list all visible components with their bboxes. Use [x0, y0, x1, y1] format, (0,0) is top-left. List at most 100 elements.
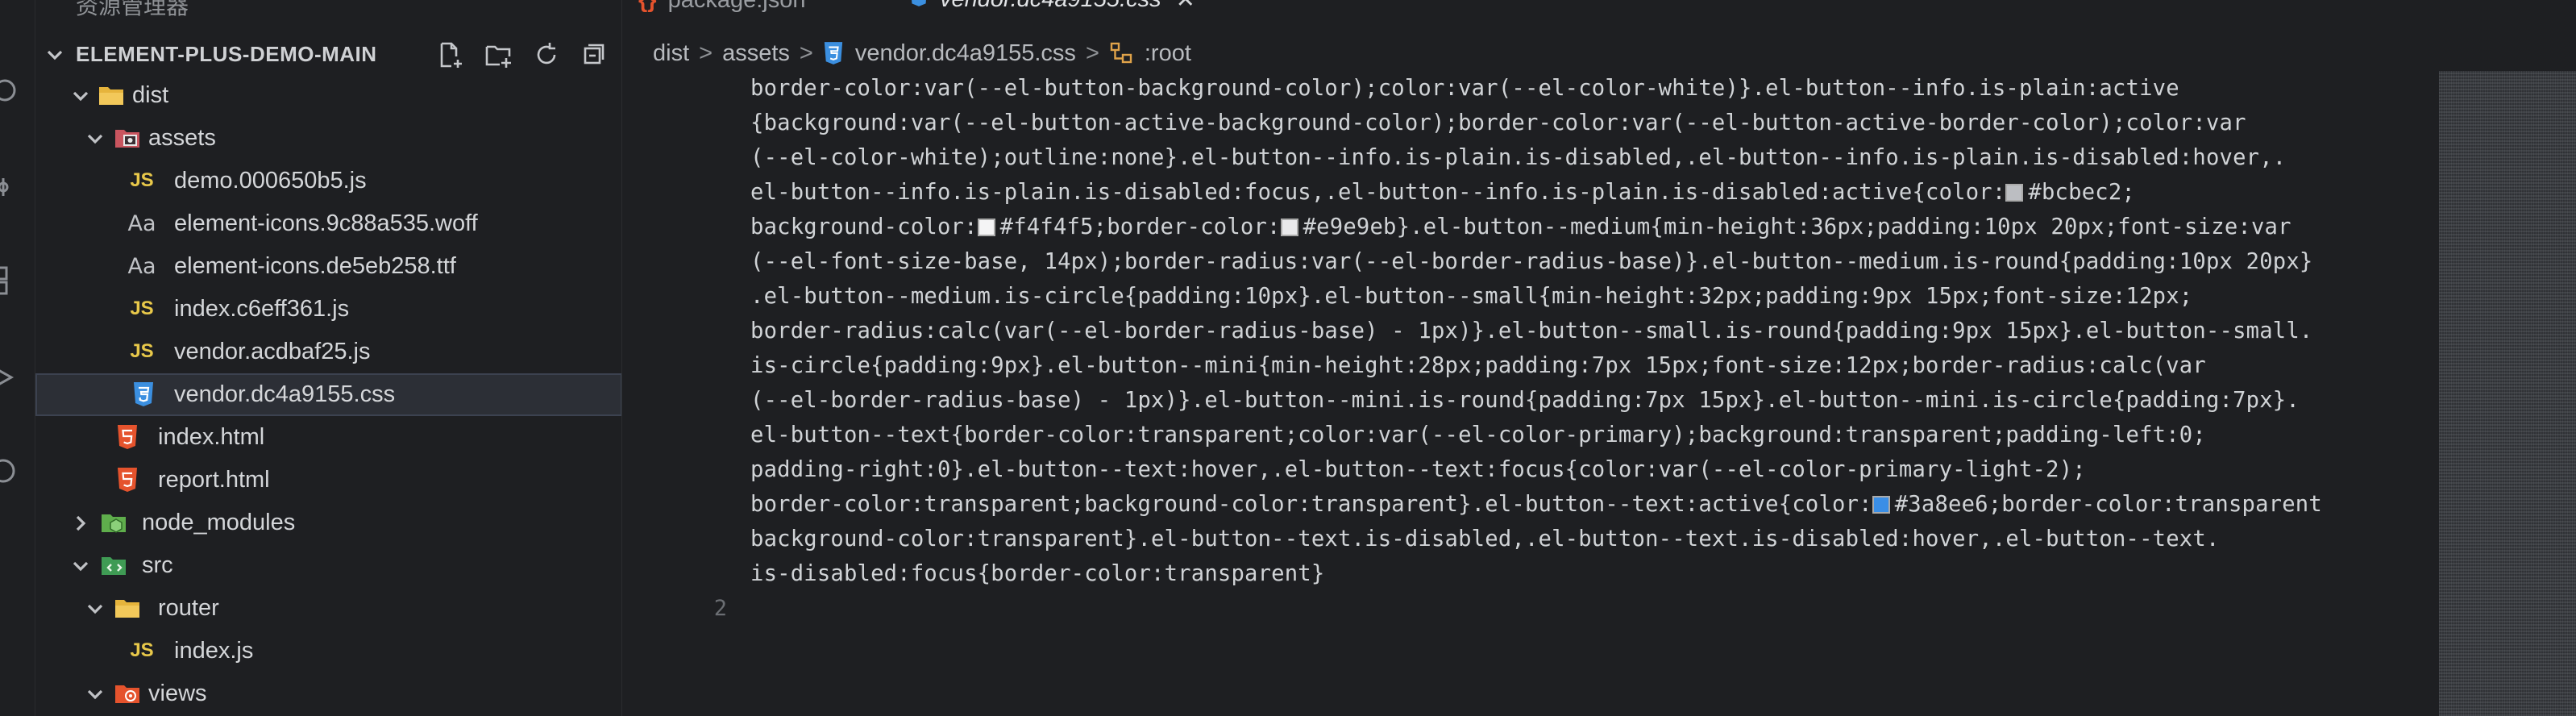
tree-item-label: src — [142, 552, 173, 578]
file-tree: dist assets JS demo.000650b5.js Aa eleme… — [35, 74, 621, 715]
breadcrumb-separator: > — [699, 40, 713, 66]
project-name: ELEMENT-PLUS-DEMO-MAIN — [76, 42, 377, 66]
tree-item-views[interactable]: views — [35, 672, 621, 715]
color-swatch[interactable] — [2005, 184, 2024, 202]
tree-item-label: vendor.acdbaf25.js — [174, 339, 371, 364]
editor-area: {} package.json vendor.dc4a9155.css ✕ di… — [622, 0, 2576, 716]
chevron-down-icon[interactable] — [85, 685, 105, 704]
color-swatch[interactable] — [977, 219, 995, 236]
breadcrumb-item-assets[interactable]: assets — [722, 40, 790, 67]
tree-item-label: element-icons.de5eb258.ttf — [174, 253, 456, 279]
extensions-icon[interactable] — [0, 266, 24, 295]
html-file-icon — [113, 466, 142, 493]
explorer-sidebar: 资源管理器 ELEMENT-PLUS-DEMO-MAIN dist assets… — [35, 0, 622, 716]
tab-vendor-css[interactable]: vendor.dc4a9155.css ✕ — [893, 0, 1211, 18]
code-line: el-button--info.is-plain.is-disabled:foc… — [750, 180, 2135, 205]
breadcrumb-item-dist[interactable]: dist — [653, 40, 689, 67]
tree-item-label: assets — [148, 125, 216, 151]
breadcrumb: dist > assets > vendor.dc4a9155.css > :r… — [653, 35, 1191, 71]
explorer-project-header[interactable]: ELEMENT-PLUS-DEMO-MAIN — [35, 35, 621, 71]
css-icon — [823, 41, 844, 65]
breadcrumb-item-symbol[interactable]: :root — [1145, 40, 1191, 67]
sidebar-title: 资源管理器 — [76, 0, 189, 19]
font-file-icon: Aa — [127, 210, 156, 236]
json-icon: {} — [638, 0, 657, 14]
code-line: is-circle{padding:9px}.el-button--mini{m… — [750, 353, 2206, 378]
code-line: border-color:transparent;background-colo… — [750, 492, 2322, 517]
tree-item-element-icons-ttf[interactable]: Aa element-icons.de5eb258.ttf — [35, 245, 621, 288]
tree-item-vendor-css[interactable]: vendor.dc4a9155.css — [35, 373, 621, 416]
tree-item-label: router — [158, 595, 219, 621]
chevron-down-icon[interactable] — [85, 129, 105, 148]
layout-icon[interactable] — [2549, 0, 2576, 2]
tab-package-json[interactable]: {} package.json — [638, 0, 805, 18]
tree-item-src[interactable]: src — [35, 544, 621, 587]
folder-icon — [113, 594, 142, 622]
color-swatch[interactable] — [1280, 219, 1298, 236]
tree-item-vendor-js[interactable]: JS vendor.acdbaf25.js — [35, 331, 621, 373]
color-swatch[interactable] — [1872, 496, 1890, 514]
minimap-slider[interactable] — [2439, 71, 2576, 716]
code-line: (--el-color-white);outline:none}.el-butt… — [750, 145, 2287, 170]
tree-item-index-js[interactable]: JS index.c6eff361.js — [35, 288, 621, 331]
javascript-file-icon: JS — [130, 298, 154, 319]
tab-label: vendor.dc4a9155.css — [940, 0, 1161, 13]
tree-item-element-icons-woff[interactable]: Aa element-icons.9c88a535.woff — [35, 202, 621, 245]
breadcrumb-item-file[interactable]: vendor.dc4a9155.css — [855, 40, 1076, 67]
tree-item-label: index.html — [158, 424, 265, 450]
tree-item-dist[interactable]: dist — [35, 74, 621, 117]
tab-bar: {} package.json vendor.dc4a9155.css ✕ — [622, 0, 2576, 18]
tree-item-router[interactable]: router — [35, 587, 621, 630]
tree-item-index-html[interactable]: index.html — [35, 416, 621, 459]
font-file-icon: Aa — [127, 253, 156, 279]
javascript-file-icon: JS — [130, 340, 154, 362]
html-file-icon — [113, 423, 142, 451]
tree-item-label: demo.000650b5.js — [174, 168, 367, 194]
line-number: 2 — [713, 596, 727, 621]
remote-icon[interactable] — [0, 456, 24, 485]
code-line: {background:var(--el-button-active-backg… — [750, 110, 2246, 135]
new-file-icon[interactable] — [434, 39, 466, 71]
editor-actions — [2497, 0, 2576, 2]
chevron-down-icon[interactable] — [85, 599, 105, 618]
code-line: padding-right:0}.el-button--text:hover,.… — [750, 457, 2086, 482]
tree-item-label: element-icons.9c88a535.woff — [174, 210, 478, 236]
javascript-file-icon: JS — [130, 169, 154, 191]
run-debug-icon[interactable] — [0, 363, 24, 392]
search-icon[interactable] — [0, 76, 24, 105]
collapse-all-icon[interactable] — [579, 39, 611, 71]
css-icon — [909, 0, 929, 14]
code-line: border-radius:calc(var(--el-border-radiu… — [750, 318, 2313, 343]
close-icon[interactable]: ✕ — [1176, 0, 1195, 14]
tree-item-label: views — [148, 681, 207, 706]
tree-item-label: index.js — [174, 638, 254, 664]
javascript-file-icon: JS — [130, 639, 154, 661]
tree-item-node-modules[interactable]: node_modules — [35, 502, 621, 544]
chevron-right-icon[interactable] — [71, 514, 90, 533]
folder-icon — [97, 81, 126, 109]
code-view[interactable]: border-color:var(--el-button-background-… — [622, 71, 2439, 716]
code-line: .el-button--medium.is-circle{padding:10p… — [750, 284, 2193, 309]
refresh-icon[interactable] — [530, 39, 563, 71]
node-folder-icon — [100, 509, 129, 536]
chevron-down-icon[interactable] — [71, 86, 90, 106]
tree-item-demo-js[interactable]: JS demo.000650b5.js — [35, 160, 621, 202]
chevron-down-icon[interactable] — [45, 45, 64, 69]
breadcrumb-separator: > — [799, 40, 813, 66]
split-editor-icon[interactable] — [2497, 0, 2524, 2]
assets-folder-icon — [113, 124, 142, 152]
src-folder-icon — [100, 552, 129, 579]
tree-item-report-html[interactable]: report.html — [35, 459, 621, 502]
symbol-namespace-icon — [1109, 41, 1133, 65]
tree-item-label: dist — [132, 82, 169, 108]
code-line: (--el-font-size-base, 14px);border-radiu… — [750, 249, 2313, 274]
tab-label: package.json — [668, 0, 806, 14]
new-folder-icon[interactable] — [482, 39, 514, 71]
tree-item-assets[interactable]: assets — [35, 117, 621, 160]
source-control-icon[interactable] — [0, 173, 24, 202]
tree-item-label: index.c6eff361.js — [174, 296, 350, 322]
code-line: border-color:var(--el-button-background-… — [750, 76, 2179, 101]
activity-bar — [0, 0, 35, 716]
chevron-down-icon[interactable] — [71, 556, 90, 576]
tree-item-router-index-js[interactable]: JS index.js — [35, 630, 621, 672]
